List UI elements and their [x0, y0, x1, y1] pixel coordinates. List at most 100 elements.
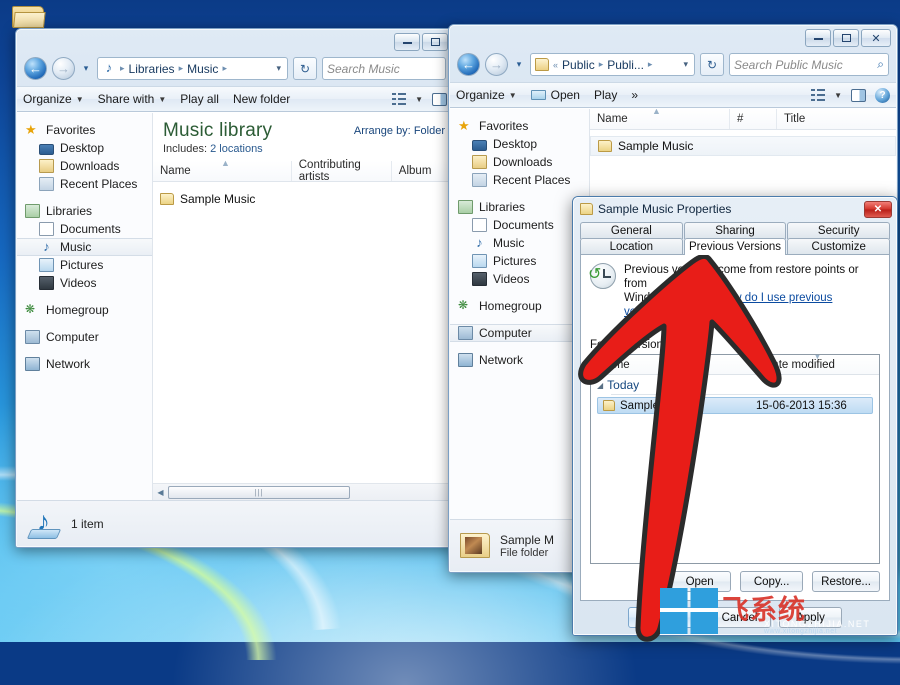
organize-button[interactable]: Organize ▼ [456, 88, 517, 102]
open-button[interactable]: Open [668, 571, 731, 592]
organize-button[interactable]: Organize ▼ [23, 92, 84, 106]
views-icon[interactable] [811, 89, 825, 101]
public-window-titlebar[interactable]: ✕ [450, 26, 896, 53]
address-dropdown-icon[interactable]: ▾ [276, 63, 283, 74]
sample-music-properties-dialog[interactable]: Sample Music Properties ✕ General Sharin… [572, 196, 898, 636]
tab-security[interactable]: Security [787, 222, 890, 239]
sidebar-item-favorites[interactable]: ★ Favorites [17, 121, 152, 139]
sidebar-item-music[interactable]: ♪ Music [450, 234, 589, 252]
sidebar-item-music[interactable]: ♪ Music [17, 238, 152, 256]
maximize-button[interactable] [833, 29, 859, 47]
preview-pane-icon[interactable] [851, 89, 866, 102]
music-window-titlebar[interactable] [17, 30, 453, 57]
back-button[interactable]: ← [457, 53, 480, 76]
history-dropdown-icon[interactable]: ▾ [513, 59, 525, 70]
forward-button[interactable]: → [485, 53, 508, 76]
music-navigation-pane[interactable]: ★ Favorites Desktop Downloads Recent Pla… [17, 113, 153, 500]
list-item[interactable]: Sample Music 15-06-2013 15:36 [597, 397, 873, 414]
sidebar-item-videos[interactable]: Videos [17, 274, 152, 292]
chevron-down-icon[interactable]: ▼ [834, 91, 842, 100]
search-input[interactable]: Search Public Music ⌕ [729, 53, 889, 76]
scroll-left-arrow-icon[interactable]: ◀ [153, 488, 168, 497]
column-header-contributing-artists[interactable]: Contributing artists [292, 161, 392, 181]
music-file-list-pane[interactable]: Music library Includes: 2 locations Arra… [153, 113, 453, 500]
forward-button[interactable]: → [52, 57, 75, 80]
sidebar-item-documents[interactable]: Documents [450, 216, 589, 234]
minimize-button[interactable] [394, 33, 420, 51]
table-row[interactable]: Sample Music [153, 189, 453, 209]
play-button[interactable]: Play [594, 88, 617, 102]
sidebar-item-documents[interactable]: Documents [17, 220, 152, 238]
column-header-title[interactable]: Title [777, 109, 887, 129]
tab-location[interactable]: Location [580, 238, 683, 255]
includes-value[interactable]: 2 locations [210, 143, 263, 155]
sidebar-item-pictures[interactable]: Pictures [450, 252, 589, 270]
sidebar-item-libraries[interactable]: Libraries [450, 198, 589, 216]
public-navigation-pane[interactable]: ★ Favorites Desktop Downloads Recent Pla… [450, 109, 590, 519]
tab-previous-versions[interactable]: Previous Versions [684, 238, 787, 255]
chevron-down-icon[interactable]: ▼ [415, 95, 423, 104]
ok-button[interactable]: OK [628, 607, 700, 628]
breadcrumb-music[interactable]: Music [187, 62, 218, 76]
scrollbar-thumb[interactable]: ||| [168, 486, 350, 499]
history-dropdown-icon[interactable]: ▾ [80, 63, 92, 74]
sidebar-item-videos[interactable]: Videos [450, 270, 589, 288]
sidebar-item-desktop[interactable]: Desktop [450, 135, 589, 153]
address-bar[interactable]: ♪ ▸ Libraries ▸ Music ▸ ▾ [97, 57, 288, 80]
copy-button[interactable]: Copy... [740, 571, 803, 592]
views-icon[interactable] [392, 93, 406, 105]
sidebar-item-network[interactable]: Network [450, 351, 589, 369]
tab-sharing[interactable]: Sharing [684, 222, 787, 239]
column-header-date-modified[interactable]: Date modified [756, 359, 835, 371]
refresh-button[interactable]: ↻ [700, 53, 724, 76]
arrange-by[interactable]: Arrange by: Folder [354, 125, 445, 137]
version-group-header[interactable]: ◢ Today [591, 375, 879, 393]
search-input[interactable]: Search Music [322, 57, 446, 80]
sidebar-item-computer[interactable]: Computer [17, 328, 152, 346]
address-bar[interactable]: « Public ▸ Publi... ▸ ▾ [530, 53, 695, 76]
close-button[interactable]: ✕ [864, 201, 892, 218]
sidebar-item-homegroup[interactable]: ❋ Homegroup [17, 301, 152, 319]
folder-versions-list[interactable]: Name Date modified ▼ ◢ Today [590, 354, 880, 564]
cancel-button[interactable]: Cancel [708, 607, 771, 628]
maximize-button[interactable] [422, 33, 448, 51]
minimize-button[interactable] [805, 29, 831, 47]
sidebar-item-recent-places[interactable]: Recent Places [450, 171, 589, 189]
column-header-name[interactable]: Name ▲ [153, 161, 292, 181]
refresh-button[interactable]: ↻ [293, 57, 317, 80]
desktop-folder-icon[interactable] [12, 4, 46, 30]
search-icon[interactable]: ⌕ [877, 57, 884, 72]
close-button[interactable]: ✕ [861, 29, 891, 47]
dialog-titlebar[interactable]: Sample Music Properties ✕ [574, 198, 896, 220]
column-header-name[interactable]: Name ▲ [590, 109, 730, 129]
column-header-album[interactable]: Album [392, 161, 453, 181]
address-dropdown-icon[interactable]: ▾ [683, 59, 690, 70]
preview-pane-icon[interactable] [432, 93, 447, 106]
sidebar-item-desktop[interactable]: Desktop [17, 139, 152, 157]
open-button[interactable]: Open [531, 88, 580, 102]
restore-button[interactable]: Restore... [812, 571, 880, 592]
breadcrumb-libraries[interactable]: Libraries [129, 62, 175, 76]
play-all-button[interactable]: Play all [180, 92, 219, 106]
column-header-name[interactable]: Name [591, 355, 756, 374]
sidebar-item-favorites[interactable]: ★ Favorites [450, 117, 589, 135]
horizontal-scrollbar[interactable]: ◀ ||| [153, 483, 453, 500]
sidebar-item-computer[interactable]: Computer [450, 324, 589, 342]
sidebar-item-downloads[interactable]: Downloads [450, 153, 589, 171]
table-row[interactable]: Sample Music [590, 136, 896, 156]
help-icon[interactable]: ? [875, 88, 890, 103]
sidebar-item-downloads[interactable]: Downloads [17, 157, 152, 175]
collapse-triangle-icon[interactable]: ◢ [597, 381, 603, 390]
tab-customize[interactable]: Customize [787, 238, 890, 255]
breadcrumb-public[interactable]: Public [562, 58, 595, 72]
breadcrumb-overflow[interactable]: « [552, 60, 559, 70]
sidebar-item-recent-places[interactable]: Recent Places [17, 175, 152, 193]
toolbar-overflow-button[interactable]: » [631, 88, 638, 102]
column-header-number[interactable]: # [730, 109, 777, 129]
sidebar-item-homegroup[interactable]: ❋ Homegroup [450, 297, 589, 315]
arrange-by-value[interactable]: Folder [414, 125, 445, 137]
sidebar-item-pictures[interactable]: Pictures [17, 256, 152, 274]
apply-button[interactable]: Apply [779, 607, 842, 628]
music-library-explorer-window[interactable]: ← → ▾ ♪ ▸ Libraries ▸ Music ▸ ▾ ↻ Search… [15, 28, 455, 548]
sidebar-item-network[interactable]: Network [17, 355, 152, 373]
